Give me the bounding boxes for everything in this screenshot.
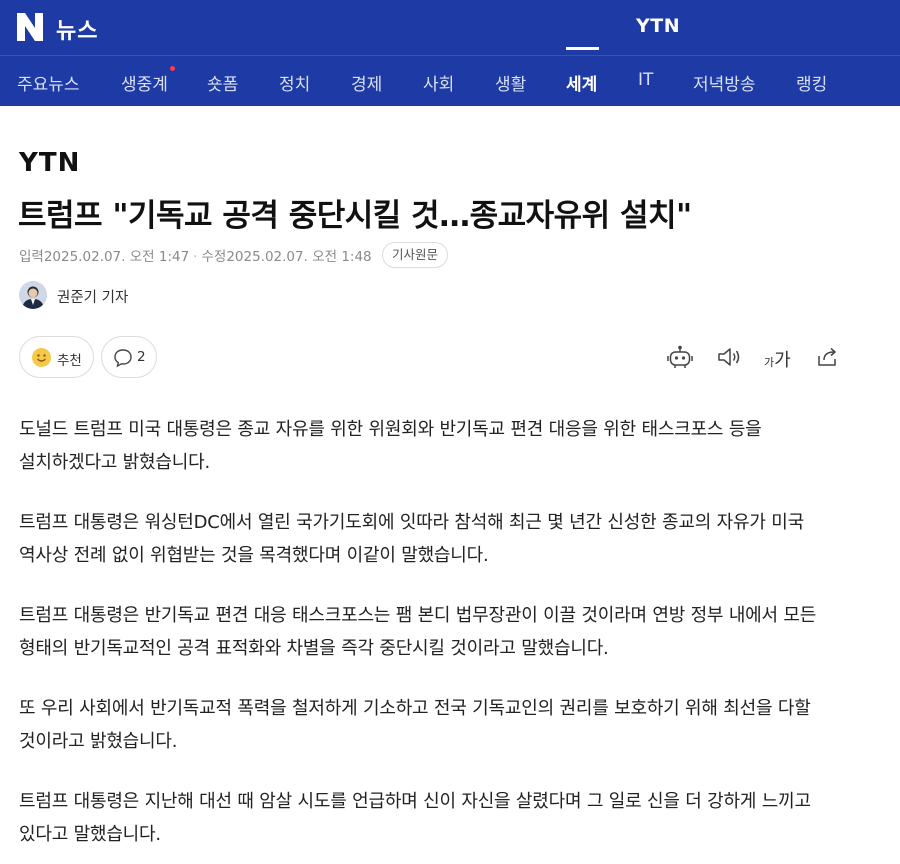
nav-item-life[interactable]: 생활 — [495, 70, 526, 95]
font-small-glyph: 가 — [764, 356, 775, 369]
meta-separator: · — [193, 249, 198, 265]
new-indicator-dot — [170, 66, 175, 71]
article-body: 도널드 트럼프 미국 대통령은 종교 자유를 위한 위원회와 반기독교 편견 대… — [19, 413, 849, 864]
font-size-button[interactable]: 가가 — [764, 346, 791, 372]
article-paragraph: 트럼프 대통령은 지난해 대선 때 암살 시도를 언급하며 신이 자신을 살렸다… — [19, 791, 811, 845]
nav-item-live[interactable]: 생중계 — [121, 70, 168, 95]
smile-icon — [32, 348, 51, 367]
nav-item-shortform[interactable]: 숏폼 — [207, 70, 238, 95]
nav-item-it[interactable]: IT — [638, 70, 653, 90]
nav-item-society[interactable]: 사회 — [423, 70, 454, 95]
speaker-icon[interactable] — [716, 345, 742, 369]
comment-icon — [114, 349, 132, 368]
nav-item-evening[interactable]: 저녁방송 — [693, 70, 756, 95]
nav-item-economy[interactable]: 경제 — [351, 70, 382, 95]
recommend-button[interactable]: 추천 — [19, 336, 94, 378]
article-paragraph: 트럼프 대통령은 반기독교 편견 대응 태스크포스는 팸 본디 법무장관이 이끌… — [19, 605, 817, 659]
nav-item-world[interactable]: 세계 — [566, 70, 597, 95]
original-article-button[interactable]: 기사원문 — [382, 242, 449, 268]
edit-time: 2025.02.07. 오전 1:48 — [226, 249, 372, 265]
article-paragraph: 트럼프 대통령은 워싱턴DC에서 열린 국가기도회에 잇따라 참석해 최근 몇 … — [19, 512, 804, 566]
press-name[interactable]: YTN — [636, 15, 680, 37]
edit-label: 수정 — [201, 249, 227, 265]
comment-count: 2 — [137, 349, 146, 365]
font-large-glyph: 가 — [774, 350, 791, 371]
press-logo[interactable]: YTN — [19, 148, 80, 178]
news-logo-text[interactable]: 뉴스 — [56, 13, 98, 45]
nav-item-politics[interactable]: 정치 — [279, 70, 310, 95]
section-nav: 주요뉴스 생중계 숏폼 정치 경제 사회 생활 세계 IT 저녁방송 랭킹 — [0, 55, 900, 106]
nav-item-main[interactable]: 주요뉴스 — [17, 70, 80, 95]
article-title: 트럼프 "기독교 공격 중단시킬 것…종교자유위 설치" — [18, 198, 692, 234]
nav-item-ranking[interactable]: 랭킹 — [796, 70, 827, 95]
reporter-photo-icon — [19, 281, 47, 309]
article-paragraph: 또 우리 사회에서 반기독교적 폭력을 철저하게 기소하고 전국 기독교인의 권… — [19, 698, 811, 752]
input-label: 입력 — [19, 249, 44, 265]
comment-button[interactable]: 2 — [101, 336, 157, 378]
article-meta: 입력2025.02.07. 오전 1:47 · 수정2025.02.07. 오전 1… — [19, 245, 372, 265]
input-time: 2025.02.07. 오전 1:47 — [43, 249, 190, 265]
reporter-avatar[interactable] — [19, 281, 47, 309]
robot-summary-icon[interactable] — [667, 345, 693, 369]
naver-n-logo[interactable] — [17, 13, 43, 41]
top-bar: 뉴스 YTN — [0, 0, 900, 55]
article-paragraph: 도널드 트럼프 미국 대통령은 종교 자유를 위한 위원회와 반기독교 편견 대… — [19, 419, 762, 473]
recommend-label: 추천 — [57, 353, 82, 369]
active-tab-underline — [566, 47, 599, 50]
reporter-name[interactable]: 권준기 기자 — [57, 286, 128, 307]
share-icon[interactable] — [815, 345, 841, 369]
